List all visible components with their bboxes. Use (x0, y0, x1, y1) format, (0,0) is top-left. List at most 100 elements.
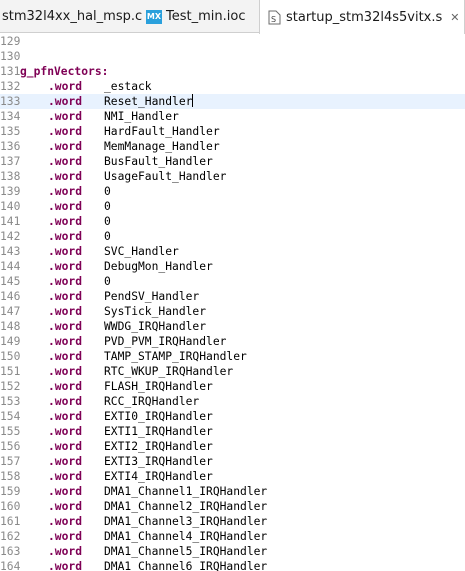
code-line[interactable]: 137 .word BusFault_Handler (0, 154, 465, 169)
code-line[interactable]: 142 .word 0 (0, 229, 465, 244)
operand-text: 0 (104, 275, 111, 288)
directive-keyword: .word (48, 80, 83, 93)
directive-keyword: .word (48, 125, 83, 138)
directive-operand: BusFault_Handler (104, 154, 213, 169)
line-number: 163 (0, 545, 21, 558)
directive-keyword: .word (48, 410, 83, 423)
tab-startup-stm32l4s5vitx[interactable]: S startup_stm32l4s5vitx.s ✕ (259, 0, 465, 34)
code-line[interactable]: 132 .word _estack (0, 79, 465, 94)
tab-stm32l4xx-hal-msp[interactable]: stm32l4xx_hal_msp.c (0, 0, 142, 33)
code-line[interactable]: 152 .word FLASH_IRQHandler (0, 379, 465, 394)
directive-operand: TAMP_STAMP_IRQHandler (104, 349, 247, 364)
directive-keyword: .word (48, 95, 83, 108)
operand-text: SysTick_Handler (104, 305, 207, 318)
directive-operand: UsageFault_Handler (104, 169, 226, 184)
code-line[interactable]: 159 .word DMA1_Channel1_IRQHandler (0, 484, 465, 499)
operand-text: UsageFault_Handler (104, 170, 227, 183)
code-line[interactable]: 158 .word EXTI4_IRQHandler (0, 469, 465, 484)
code-line[interactable]: 160 .word DMA1_Channel2_IRQHandler (0, 499, 465, 514)
operand-text: DMA1_Channel6_IRQHandler (104, 560, 268, 571)
directive-keyword: .word (48, 215, 83, 228)
line-number: 150 (0, 350, 21, 363)
operand-text: EXTI3_IRQHandler (104, 455, 213, 468)
operand-text: TAMP_STAMP_IRQHandler (104, 350, 247, 363)
operand-text: MemManage_Handler (104, 140, 220, 153)
code-line[interactable]: 147 .word SysTick_Handler (0, 304, 465, 319)
code-line[interactable]: 163 .word DMA1_Channel5_IRQHandler (0, 544, 465, 559)
directive-operand: DMA1_Channel5_IRQHandler (104, 544, 267, 559)
line-number: 142 (0, 230, 21, 243)
code-line[interactable]: 145 .word 0 (0, 274, 465, 289)
line-number: 139 (0, 185, 21, 198)
directive-keyword: .word (48, 230, 83, 243)
operand-text: RCC_IRQHandler (104, 395, 200, 408)
operand-text: HardFault_Handler (104, 125, 220, 138)
code-line[interactable]: 146 .word PendSV_Handler (0, 289, 465, 304)
editor-tab-bar: stm32l4xx_hal_msp.c MX Test_min.ioc S st… (0, 0, 465, 34)
code-line[interactable]: 157 .word EXTI3_IRQHandler (0, 454, 465, 469)
directive-operand: HardFault_Handler (104, 124, 220, 139)
operand-text: PendSV_Handler (104, 290, 200, 303)
code-line[interactable]: 135 .word HardFault_Handler (0, 124, 465, 139)
close-icon[interactable]: ✕ (450, 11, 459, 24)
tab-test-min-ioc[interactable]: MX Test_min.ioc (146, 0, 258, 33)
code-line[interactable]: 164 .word DMA1_Channel6_IRQHandler (0, 559, 465, 571)
directive-keyword: .word (48, 170, 83, 183)
directive-operand: DMA1_Channel4_IRQHandler (104, 529, 267, 544)
line-number: 157 (0, 455, 21, 468)
code-line[interactable]: 134 .word NMI_Handler (0, 109, 465, 124)
operand-text: 0 (104, 200, 111, 213)
code-line[interactable]: 140 .word 0 (0, 199, 465, 214)
directive-keyword: .word (48, 185, 83, 198)
code-line[interactable]: 136 .word MemManage_Handler (0, 139, 465, 154)
code-line[interactable]: 161 .word DMA1_Channel3_IRQHandler (0, 514, 465, 529)
code-line[interactable]: 131 g_pfnVectors: (0, 64, 465, 79)
code-line[interactable]: 133 .word Reset_Handler (0, 94, 465, 109)
directive-keyword: .word (48, 455, 83, 468)
directive-keyword: .word (48, 485, 83, 498)
line-number: 146 (0, 290, 21, 303)
asm-file-icon: S (268, 10, 281, 25)
operand-text: PVD_PVM_IRQHandler (104, 335, 227, 348)
line-number: 132 (0, 80, 21, 93)
directive-operand: NMI_Handler (104, 109, 179, 124)
code-line[interactable]: 129 (0, 34, 465, 49)
line-number: 162 (0, 530, 21, 543)
code-line[interactable]: 151 .word RTC_WKUP_IRQHandler (0, 364, 465, 379)
code-line[interactable]: 156 .word EXTI2_IRQHandler (0, 439, 465, 454)
directive-keyword: .word (48, 470, 83, 483)
code-line[interactable]: 149 .word PVD_PVM_IRQHandler (0, 334, 465, 349)
directive-operand: RCC_IRQHandler (104, 394, 199, 409)
line-number: 153 (0, 395, 21, 408)
operand-text: EXTI2_IRQHandler (104, 440, 213, 453)
code-editor[interactable]: 129 130 131 g_pfnVectors: 132 .word _estack 133… (0, 33, 465, 571)
code-line[interactable]: 162 .word DMA1_Channel4_IRQHandler (0, 529, 465, 544)
tab-label: startup_stm32l4s5vitx.s (286, 9, 443, 25)
code-line[interactable]: 139 .word 0 (0, 184, 465, 199)
operand-text: DMA1_Channel4_IRQHandler (104, 530, 268, 543)
operand-text: Reset_Handler (104, 95, 193, 108)
line-number: 147 (0, 305, 21, 318)
code-line[interactable]: 148 .word WWDG_IRQHandler (0, 319, 465, 334)
line-number: 137 (0, 155, 21, 168)
directive-operand: PVD_PVM_IRQHandler (104, 334, 226, 349)
directive-keyword: .word (48, 305, 83, 318)
code-line[interactable]: 143 .word SVC_Handler (0, 244, 465, 259)
code-line[interactable]: 141 .word 0 (0, 214, 465, 229)
code-line[interactable]: 138 .word UsageFault_Handler (0, 169, 465, 184)
directive-operand: _estack (104, 79, 152, 94)
text-caret (192, 94, 194, 107)
code-line[interactable]: 155 .word EXTI1_IRQHandler (0, 424, 465, 439)
code-line[interactable]: 150 .word TAMP_STAMP_IRQHandler (0, 349, 465, 364)
directive-operand: RTC_WKUP_IRQHandler (104, 364, 233, 379)
operand-text: DMA1_Channel1_IRQHandler (104, 485, 268, 498)
directive-operand: SysTick_Handler (104, 304, 206, 319)
code-line[interactable]: 144 .word DebugMon_Handler (0, 259, 465, 274)
code-line[interactable]: 153 .word RCC_IRQHandler (0, 394, 465, 409)
directive-operand: EXTI4_IRQHandler (104, 469, 213, 484)
code-line[interactable]: 154 .word EXTI0_IRQHandler (0, 409, 465, 424)
directive-operand: FLASH_IRQHandler (104, 379, 213, 394)
operand-text: BusFault_Handler (104, 155, 213, 168)
code-line[interactable]: 130 (0, 49, 465, 64)
line-number: 159 (0, 485, 21, 498)
